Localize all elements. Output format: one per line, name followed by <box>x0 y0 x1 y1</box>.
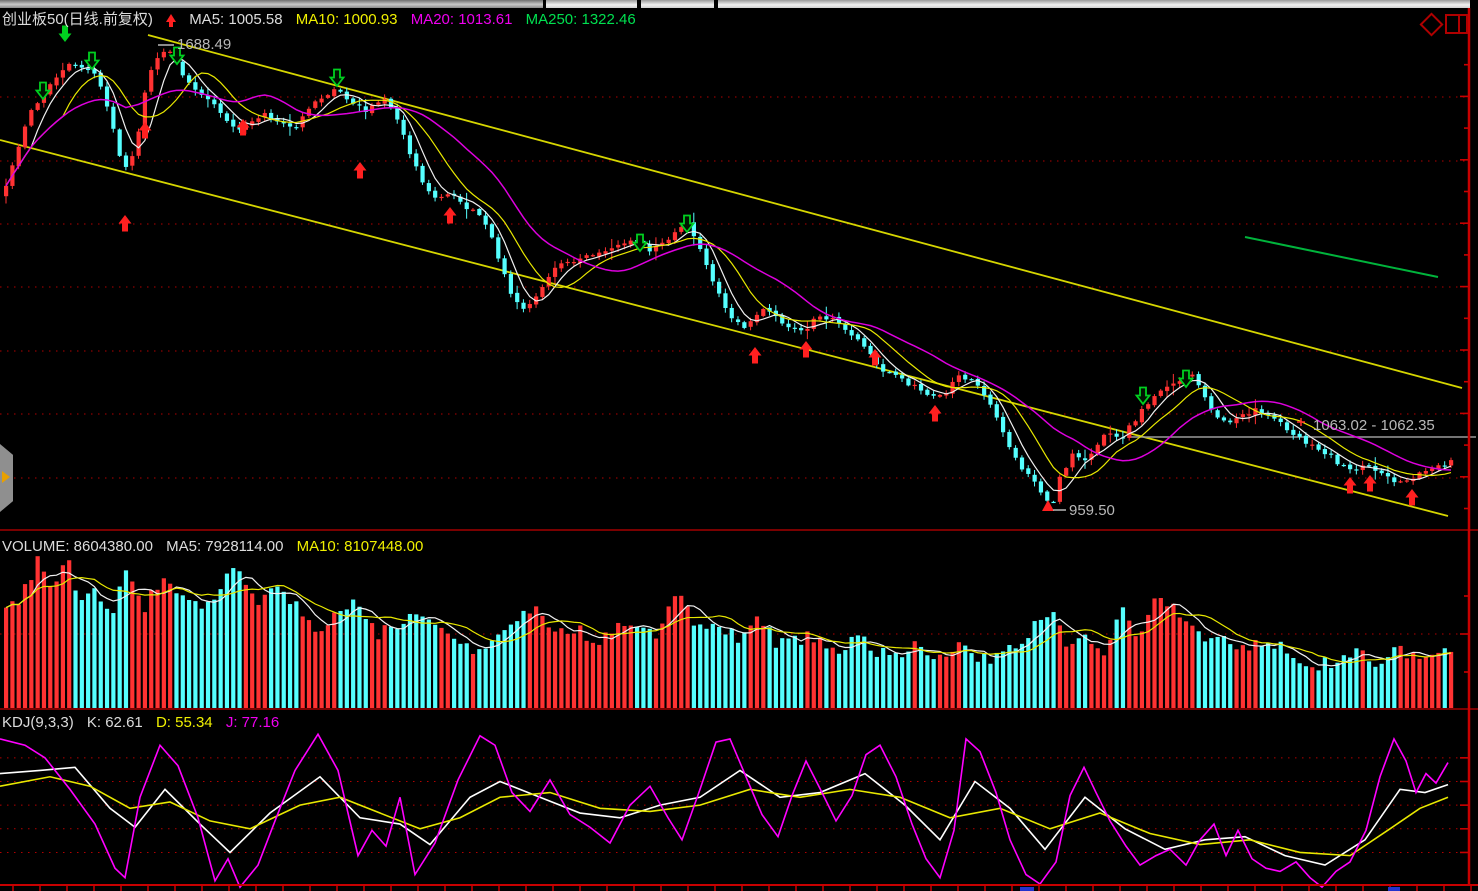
volume-header: VOLUME: 8604380.00 MA5: 7928114.00 MA10:… <box>2 538 432 555</box>
volume-ma10-value: MA10: 8107448.00 <box>297 538 424 555</box>
kdj-d-value: D: 55.34 <box>156 714 213 731</box>
buy-signal-up-arrow-icon <box>166 14 176 22</box>
kdj-header: KDJ(9,3,3) K: 62.61 D: 55.34 J: 77.16 <box>2 714 288 731</box>
kdj-k-value: K: 62.61 <box>87 714 143 731</box>
volume-ma5-value: MA5: 7928114.00 <box>166 538 283 555</box>
ma20-value: MA20: 1013.61 <box>411 11 513 28</box>
split-window-icon-divider <box>1458 16 1460 32</box>
left-panel-expand-handle[interactable] <box>0 444 13 512</box>
kdj-j-value: J: 77.16 <box>226 714 279 731</box>
split-window-icon[interactable] <box>1445 14 1468 34</box>
price-label-high: 1688.49 <box>177 36 231 53</box>
price-label-low: 959.50 <box>1069 502 1115 519</box>
candlestick-volume-kdj-canvas[interactable] <box>0 0 1478 891</box>
volume-value: VOLUME: 8604380.00 <box>2 538 153 555</box>
kdj-indicator-label: KDJ(9,3,3) <box>2 714 74 731</box>
expand-right-triangle-icon <box>2 471 10 483</box>
price-label-gap: 1063.02 - 1062.35 <box>1313 417 1435 434</box>
ma10-value: MA10: 1000.93 <box>296 11 398 28</box>
instrument-title: 创业板50(日线.前复权) <box>2 11 153 28</box>
main-chart-header: 创业板50(日线.前复权) MA5: 1005.58 MA10: 1000.93… <box>2 8 645 29</box>
ma250-value: MA250: 1322.46 <box>526 11 636 28</box>
trading-app-chart-window: 创业板50(日线.前复权) MA5: 1005.58 MA10: 1000.93… <box>0 0 1478 891</box>
ma5-value: MA5: 1005.58 <box>189 11 282 28</box>
